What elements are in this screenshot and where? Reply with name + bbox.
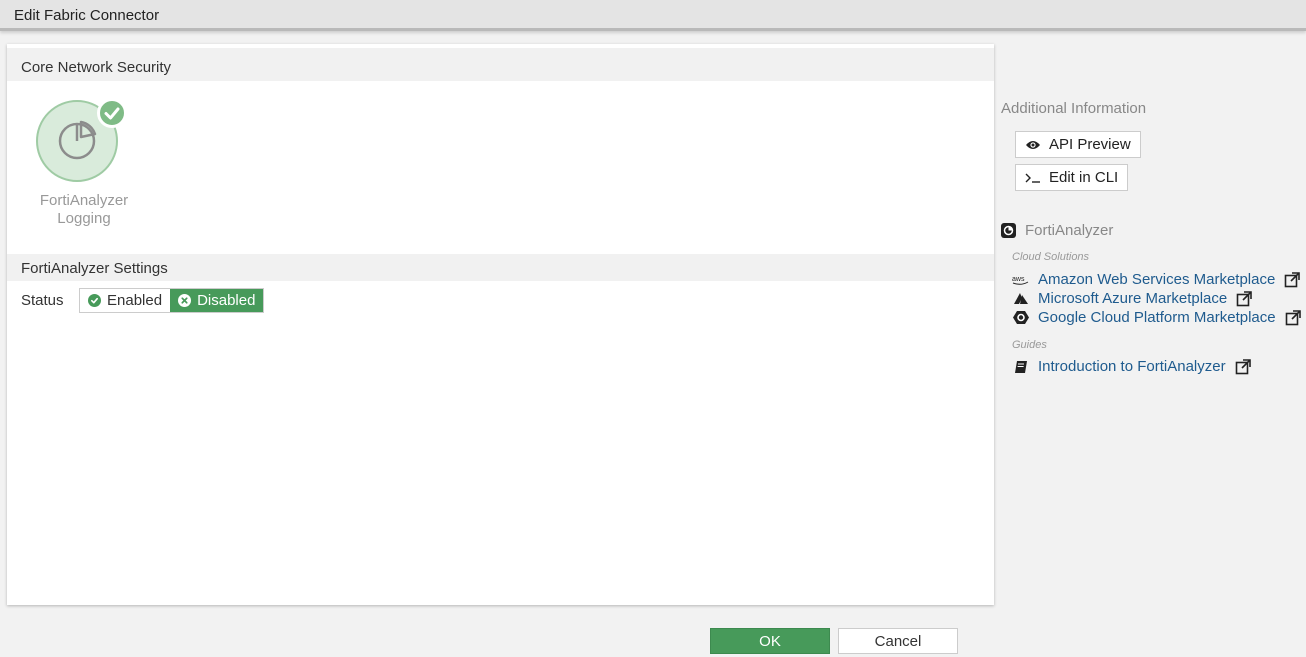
core-network-security-title: Core Network Security [21, 59, 172, 76]
cancel-button[interactable]: Cancel [838, 628, 958, 654]
dialog-title-bar: Edit Fabric Connector [0, 0, 1306, 31]
edit-in-cli-label: Edit in CLI [1049, 169, 1119, 186]
status-label: Status [21, 292, 64, 309]
api-preview-button[interactable]: API Preview [1015, 131, 1141, 158]
fortianalyzer-icon [1001, 223, 1016, 238]
guides-label: Guides [1012, 339, 1047, 351]
external-link-icon [1235, 358, 1251, 375]
aws-marketplace-label[interactable]: Amazon Web Services Marketplace [1038, 271, 1275, 288]
gcp-icon [1012, 311, 1030, 325]
svg-text:aws: aws [1012, 276, 1025, 283]
edit-in-cli-button[interactable]: Edit in CLI [1015, 164, 1129, 191]
fortianalyzer-logging-tile[interactable]: FortiAnalyzer Logging [29, 98, 139, 238]
tile-label: FortiAnalyzer Logging [29, 192, 139, 228]
external-link-icon [1236, 290, 1253, 307]
eye-icon [1025, 139, 1041, 151]
azure-marketplace-link[interactable]: Microsoft Azure Marketplace [1012, 290, 1253, 307]
external-link-icon [1284, 271, 1301, 288]
aws-marketplace-link[interactable]: aws Amazon Web Services Marketplace [1012, 271, 1301, 288]
book-icon [1012, 360, 1030, 374]
enabled-option[interactable]: Enabled [80, 289, 171, 312]
azure-marketplace-label[interactable]: Microsoft Azure Marketplace [1038, 290, 1227, 307]
disabled-option[interactable]: Disabled [170, 289, 264, 312]
core-network-security-header: Core Network Security [7, 48, 994, 81]
gcp-marketplace-link[interactable]: Google Cloud Platform Marketplace [1012, 309, 1301, 326]
enabled-label: Enabled [107, 292, 163, 309]
azure-icon [1012, 292, 1030, 306]
ok-button[interactable]: OK [710, 628, 830, 654]
external-link-icon [1285, 309, 1301, 326]
check-circle-icon [88, 294, 101, 307]
additional-information-title: Additional Information [1001, 100, 1147, 117]
intro-fortianalyzer-label[interactable]: Introduction to FortiAnalyzer [1038, 358, 1226, 375]
disabled-label: Disabled [197, 292, 256, 309]
tile-label-line1: FortiAnalyzer [39, 192, 129, 209]
status-toggle: Enabled Disabled [79, 288, 265, 313]
fortianalyzer-product-row: FortiAnalyzer [1001, 222, 1113, 239]
intro-fortianalyzer-link[interactable]: Introduction to FortiAnalyzer [1012, 358, 1251, 375]
api-preview-label: API Preview [1049, 136, 1131, 153]
check-badge-icon [97, 98, 127, 128]
fortianalyzer-settings-title: FortiAnalyzer Settings [21, 260, 168, 277]
terminal-icon [1025, 172, 1041, 184]
fortianalyzer-settings-header: FortiAnalyzer Settings [7, 254, 994, 281]
x-circle-icon [178, 294, 192, 307]
cloud-solutions-label: Cloud Solutions [1012, 251, 1090, 263]
fortianalyzer-product-label: FortiAnalyzer [1025, 222, 1114, 239]
dialog-title: Edit Fabric Connector [14, 7, 160, 24]
tile-label-line2: Logging [57, 210, 111, 227]
aws-icon: aws [1012, 273, 1030, 287]
gcp-marketplace-label[interactable]: Google Cloud Platform Marketplace [1038, 309, 1276, 326]
main-panel: Core Network Security FortiAnalyzer Logg… [7, 44, 994, 605]
